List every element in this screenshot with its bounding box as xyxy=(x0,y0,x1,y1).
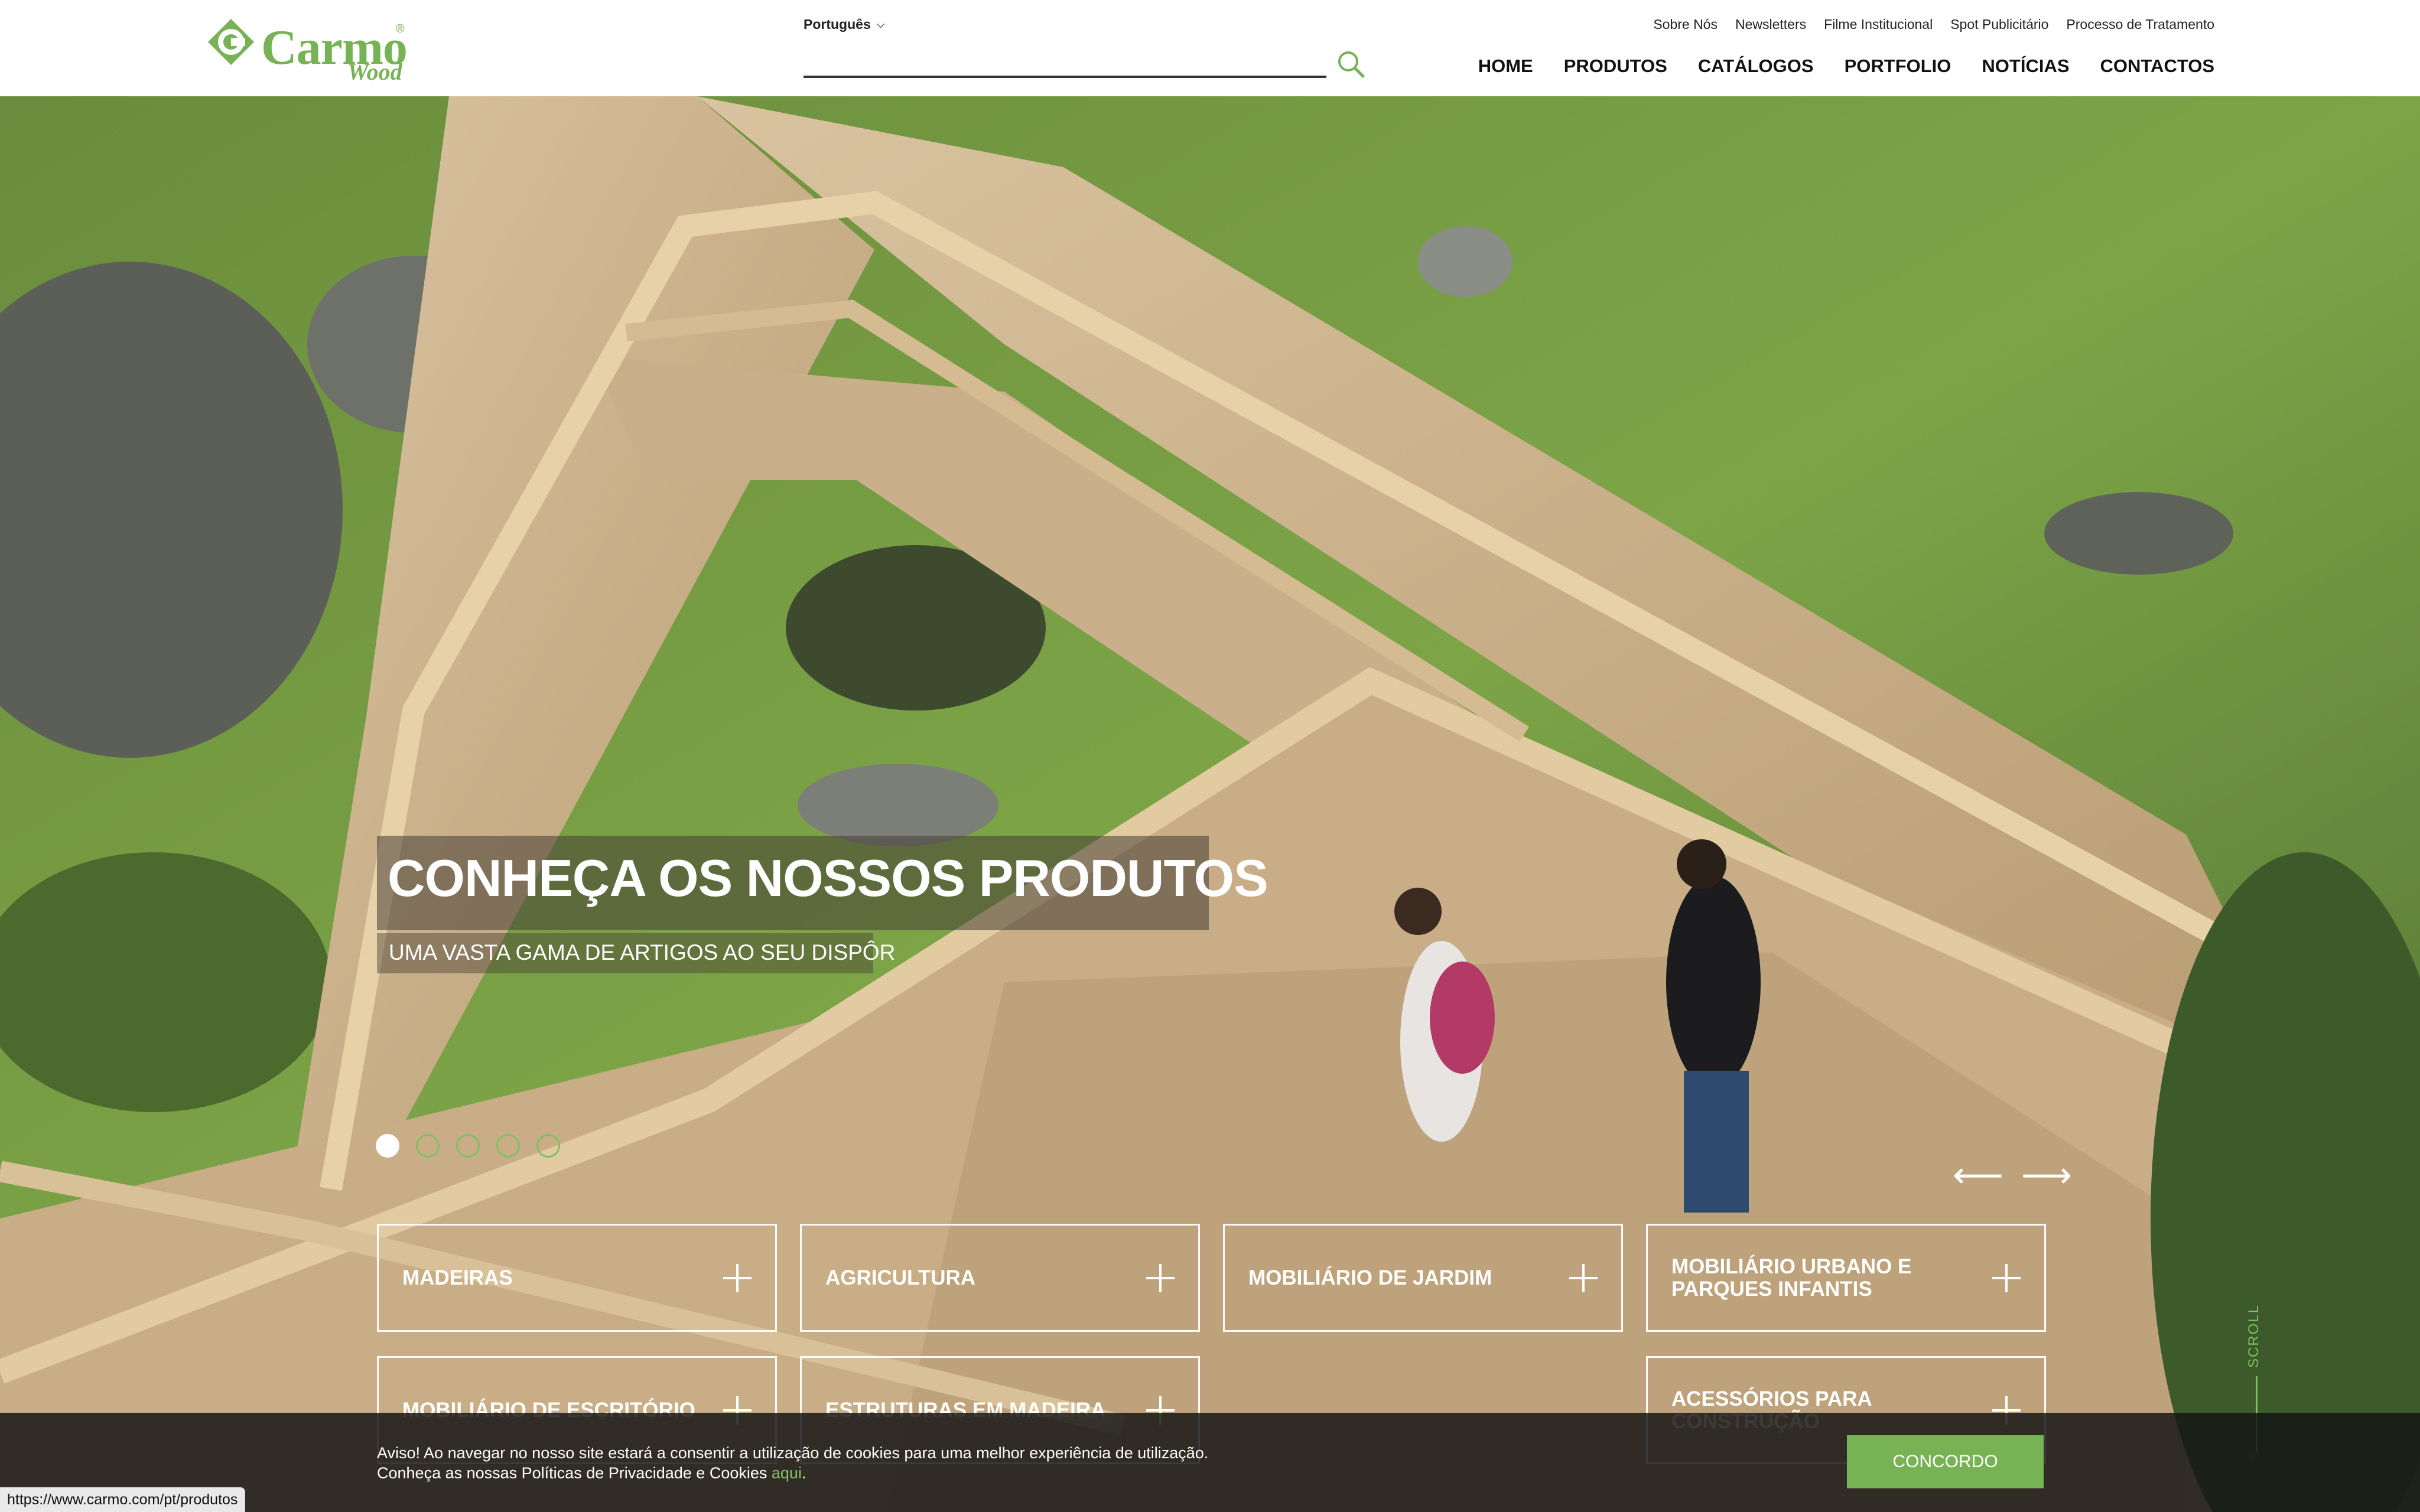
plus-icon xyxy=(723,1263,752,1292)
top-link-newsletters[interactable]: Newsletters xyxy=(1735,17,1806,32)
top-link-sobre-nos[interactable]: Sobre Nós xyxy=(1653,17,1718,32)
category-label: MOBILIÁRIO DE JARDIM xyxy=(1248,1266,1492,1289)
slider-dot[interactable] xyxy=(376,1134,399,1158)
accept-cookies-button[interactable]: CONCORDO xyxy=(1847,1435,2044,1488)
arrow-right-icon[interactable]: ⟶ xyxy=(2021,1158,2072,1193)
scroll-label[interactable]: SCROLL xyxy=(2246,1304,2262,1368)
slider-dot[interactable] xyxy=(456,1134,480,1158)
top-link-filme-institucional[interactable]: Filme Institucional xyxy=(1824,17,1933,32)
status-url: https://www.carmo.com/pt/produtos xyxy=(0,1487,246,1512)
slider-dot[interactable] xyxy=(536,1134,560,1158)
language-selector[interactable]: Português ⌵ xyxy=(804,17,884,32)
category-mobiliario-urbano[interactable]: MOBILIÁRIO URBANO E PARQUES INFANTIS xyxy=(1646,1224,2046,1332)
plus-icon xyxy=(1992,1263,2021,1292)
cookie-policy-text: Conheça as nossas Políticas de Privacida… xyxy=(377,1464,767,1482)
nav-catalogos[interactable]: CATÁLOGOS xyxy=(1698,56,1814,77)
language-label: Português xyxy=(804,17,871,32)
category-label: MOBILIÁRIO URBANO E PARQUES INFANTIS xyxy=(1671,1254,1912,1301)
slider-dots xyxy=(376,1134,560,1158)
nav-portfolio[interactable]: PORTFOLIO xyxy=(1845,56,1951,77)
hero-slider: CONHEÇA OS NOSSOS PRODUTOS UMA VASTA GAM… xyxy=(0,96,2420,1512)
top-links: Sobre Nós Newsletters Filme Instituciona… xyxy=(1653,17,2214,32)
slider-dot[interactable] xyxy=(496,1134,520,1158)
slider-dot[interactable] xyxy=(416,1134,440,1158)
cookie-notice: Aviso! Ao navegar no nosso site estará a… xyxy=(377,1443,1736,1483)
cookie-policy-link[interactable]: aqui xyxy=(772,1464,802,1482)
arrow-left-icon[interactable]: ⟵ xyxy=(1953,1158,2003,1193)
plus-icon xyxy=(1146,1263,1175,1292)
carmo-wood-logo[interactable]: Carmo ® Wood xyxy=(207,18,408,85)
top-link-processo-tratamento[interactable]: Processo de Tratamento xyxy=(2066,17,2214,32)
carmo-logo-icon xyxy=(208,19,254,65)
logo-sub-text: Wood xyxy=(347,58,402,85)
category-agricultura[interactable]: AGRICULTURA xyxy=(800,1224,1200,1332)
nav-contactos[interactable]: CONTACTOS xyxy=(2100,56,2214,77)
category-label: MADEIRAS xyxy=(402,1266,513,1289)
search-icon[interactable] xyxy=(1336,50,1366,79)
hero-title: CONHEÇA OS NOSSOS PRODUTOS xyxy=(388,849,1268,907)
cookie-period: . xyxy=(801,1464,806,1482)
cookie-line-2: Conheça as nossas Políticas de Privacida… xyxy=(377,1463,1736,1483)
chevron-down-icon: ⌵ xyxy=(876,18,885,30)
nav-produtos[interactable]: PRODUTOS xyxy=(1564,56,1667,77)
search-input[interactable] xyxy=(804,76,1326,78)
category-label: AGRICULTURA xyxy=(825,1266,976,1289)
hero-background-image xyxy=(0,96,2420,1512)
main-nav: HOME PRODUTOS CATÁLOGOS PORTFOLIO NOTÍCI… xyxy=(1478,56,2214,77)
hero-subtitle: UMA VASTA GAMA DE ARTIGOS AO SEU DISPÔR xyxy=(389,940,896,964)
category-madeiras[interactable]: MADEIRAS xyxy=(377,1224,777,1332)
site-header: Carmo ® Wood Português ⌵ Sobre Nós Newsl… xyxy=(0,0,2420,96)
plus-icon xyxy=(1569,1263,1598,1292)
top-link-spot-publicitario[interactable]: Spot Publicitário xyxy=(1950,17,2048,32)
cookie-line-1: Aviso! Ao navegar no nosso site estará a… xyxy=(377,1444,1209,1462)
logo-registered-mark: ® xyxy=(396,22,405,35)
slider-arrows: ⟵ ⟶ xyxy=(1953,1158,2072,1193)
category-mobiliario-jardim[interactable]: MOBILIÁRIO DE JARDIM xyxy=(1223,1224,1623,1332)
nav-home[interactable]: HOME xyxy=(1478,56,1533,77)
nav-noticias[interactable]: NOTÍCIAS xyxy=(1982,56,2069,77)
